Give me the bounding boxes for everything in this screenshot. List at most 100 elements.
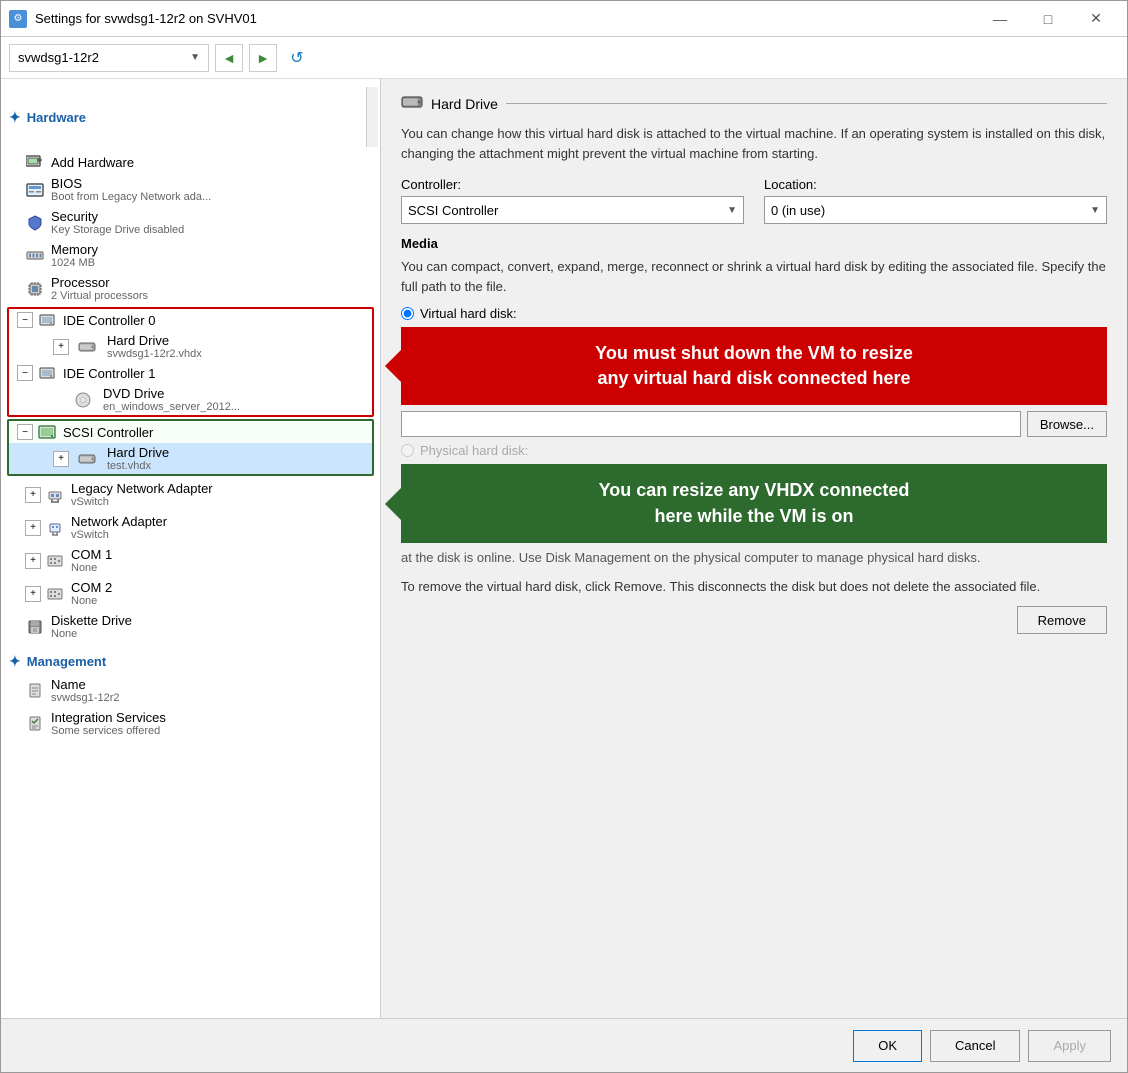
security-content: Security Key Storage Drive disabled bbox=[51, 209, 372, 236]
red-banner: You must shut down the VM to resizeany v… bbox=[401, 327, 1107, 405]
location-label: Location: bbox=[764, 177, 1107, 192]
scsi-hd-expand-icon[interactable]: + bbox=[53, 451, 69, 467]
controller-location-row: Controller: SCSI Controller ▼ Location: … bbox=[401, 177, 1107, 224]
ok-button[interactable]: OK bbox=[853, 1030, 922, 1062]
physical-disk-note: at the disk is online. Use Disk Manageme… bbox=[401, 549, 1107, 567]
sidebar-item-security[interactable]: Security Key Storage Drive disabled bbox=[1, 206, 380, 239]
ide0-hd-label: Hard Drive bbox=[107, 333, 202, 348]
physical-hd-radio[interactable] bbox=[401, 444, 414, 457]
sidebar-item-bios[interactable]: BIOS Boot from Legacy Network ada... bbox=[1, 173, 380, 206]
diskette-icon bbox=[25, 619, 45, 635]
hard-drive-title-icon bbox=[401, 95, 423, 112]
ide1-expand-icon[interactable]: − bbox=[17, 365, 33, 381]
virtual-hd-radio[interactable] bbox=[401, 307, 414, 320]
main-window: ⚙ Settings for svwdsg1-12r2 on SVHV01 — … bbox=[0, 0, 1128, 1073]
ide0-expand-icon[interactable]: − bbox=[17, 312, 33, 328]
ide0-label: IDE Controller 0 bbox=[63, 313, 364, 328]
scsi-content: SCSI Controller bbox=[63, 425, 364, 440]
scsi-expand-icon[interactable]: − bbox=[17, 424, 33, 440]
close-button[interactable]: ✕ bbox=[1073, 4, 1119, 34]
sidebar-item-diskette[interactable]: Diskette Drive None bbox=[1, 610, 380, 643]
com1-sublabel: None bbox=[71, 562, 372, 574]
sidebar-item-ide0-hard-drive[interactable]: + Hard Drive svwdsg1-12r2.vhdx bbox=[9, 331, 372, 362]
dvd-sublabel: en_windows_server_2012... bbox=[103, 401, 240, 413]
remove-button[interactable]: Remove bbox=[1017, 606, 1107, 634]
location-select[interactable]: 0 (in use) ▼ bbox=[764, 196, 1107, 224]
scsi-controller-group: − SCSI Controller + bbox=[7, 419, 374, 476]
security-sublabel: Key Storage Drive disabled bbox=[51, 224, 372, 236]
sidebar-item-legacy-network[interactable]: + Legacy Network Adapter vSwitch bbox=[1, 478, 380, 511]
ide0-icon bbox=[37, 312, 57, 328]
com2-icon bbox=[45, 586, 65, 602]
minimize-button[interactable]: — bbox=[977, 4, 1023, 34]
legacy-net-expand-icon[interactable]: + bbox=[25, 487, 41, 503]
processor-content: Processor 2 Virtual processors bbox=[51, 275, 372, 302]
sidebar-item-processor[interactable]: Processor 2 Virtual processors bbox=[1, 272, 380, 305]
com1-expand-icon[interactable]: + bbox=[25, 553, 41, 569]
network-expand-icon[interactable]: + bbox=[25, 520, 41, 536]
ide-controller-0-group: − IDE Controller 0 + bbox=[7, 307, 374, 417]
back-button[interactable]: ◄ bbox=[215, 44, 243, 72]
processor-icon bbox=[25, 281, 45, 297]
apply-button[interactable]: Apply bbox=[1028, 1030, 1111, 1062]
vm-name-label: svwdsg1-12r2 bbox=[18, 50, 99, 65]
sidebar-item-ide-controller-1[interactable]: − IDE Controller 1 bbox=[9, 362, 372, 384]
physical-hd-radio-label: Physical hard disk: bbox=[420, 443, 528, 458]
diskette-sublabel: None bbox=[51, 628, 372, 640]
forward-button[interactable]: ► bbox=[249, 44, 277, 72]
com2-expand-icon[interactable]: + bbox=[25, 586, 41, 602]
sidebar-item-name[interactable]: Name svwdsg1-12r2 bbox=[1, 674, 380, 707]
ide0-hd-icon bbox=[77, 339, 97, 355]
right-panel: Hard Drive You can change how this virtu… bbox=[381, 79, 1127, 1018]
left-panel: ✦ Hardware Add Hardwa bbox=[1, 79, 381, 1018]
location-group: Location: 0 (in use) ▼ bbox=[764, 177, 1107, 224]
panel-title-row: Hard Drive bbox=[401, 95, 1107, 112]
sidebar-item-network-adapter[interactable]: + Network Adapter vSwitch bbox=[1, 511, 380, 544]
name-label: Name bbox=[51, 677, 372, 692]
sidebar-item-scsi-controller[interactable]: − SCSI Controller bbox=[9, 421, 372, 443]
integration-content: Integration Services Some services offer… bbox=[51, 710, 372, 737]
bios-label: BIOS bbox=[51, 176, 372, 191]
network-label: Network Adapter bbox=[71, 514, 372, 529]
sidebar-item-scsi-hard-drive[interactable]: + Hard Drive test.vhdx bbox=[9, 443, 372, 474]
legacy-network-icon bbox=[45, 487, 65, 503]
bios-content: BIOS Boot from Legacy Network ada... bbox=[51, 176, 372, 203]
com2-label: COM 2 bbox=[71, 580, 372, 595]
ide0-hd-expand-icon[interactable]: + bbox=[53, 339, 69, 355]
diskette-content: Diskette Drive None bbox=[51, 613, 372, 640]
vhd-path-input[interactable] bbox=[401, 411, 1021, 437]
scsi-label: SCSI Controller bbox=[63, 425, 364, 440]
add-hardware-label: Add Hardware bbox=[51, 155, 372, 170]
vm-dropdown[interactable]: svwdsg1-12r2 ▼ bbox=[9, 44, 209, 72]
sidebar-item-com1[interactable]: + COM 1 None bbox=[1, 544, 380, 577]
scsi-hd-label: Hard Drive bbox=[107, 445, 169, 460]
sidebar-item-integration[interactable]: Integration Services Some services offer… bbox=[1, 707, 380, 740]
window-icon: ⚙ bbox=[9, 10, 27, 28]
security-label: Security bbox=[51, 209, 372, 224]
maximize-button[interactable]: □ bbox=[1025, 4, 1071, 34]
sidebar-item-add-hardware[interactable]: Add Hardware bbox=[1, 151, 380, 173]
sidebar-item-dvd-drive[interactable]: DVD Drive en_windows_server_2012... bbox=[9, 384, 372, 415]
green-banner-text: You can resize any VHDX connectedhere wh… bbox=[599, 480, 910, 525]
security-icon bbox=[25, 215, 45, 231]
add-hardware-icon bbox=[25, 154, 45, 170]
cancel-button[interactable]: Cancel bbox=[930, 1030, 1020, 1062]
integration-icon bbox=[25, 716, 45, 732]
sidebar-item-ide-controller-0[interactable]: − IDE Controller 0 bbox=[9, 309, 372, 331]
diskette-label: Diskette Drive bbox=[51, 613, 372, 628]
name-sublabel: svwdsg1-12r2 bbox=[51, 692, 372, 704]
com1-icon bbox=[45, 553, 65, 569]
red-banner-text: You must shut down the VM to resizeany v… bbox=[595, 343, 913, 388]
browse-button[interactable]: Browse... bbox=[1027, 411, 1107, 437]
com2-content: COM 2 None bbox=[71, 580, 372, 607]
panel-description: You can change how this virtual hard dis… bbox=[401, 124, 1107, 163]
controller-chevron-icon: ▼ bbox=[727, 205, 737, 216]
sidebar-item-com2[interactable]: + COM 2 None bbox=[1, 577, 380, 610]
scsi-hd-sublabel: test.vhdx bbox=[107, 460, 169, 472]
controller-select[interactable]: SCSI Controller ▼ bbox=[401, 196, 744, 224]
sidebar-item-memory[interactable]: Memory 1024 MB bbox=[1, 239, 380, 272]
com1-content: COM 1 None bbox=[71, 547, 372, 574]
refresh-button[interactable]: ↺ bbox=[283, 44, 311, 72]
scsi-icon bbox=[37, 424, 57, 440]
dropdown-chevron-icon: ▼ bbox=[190, 52, 200, 63]
